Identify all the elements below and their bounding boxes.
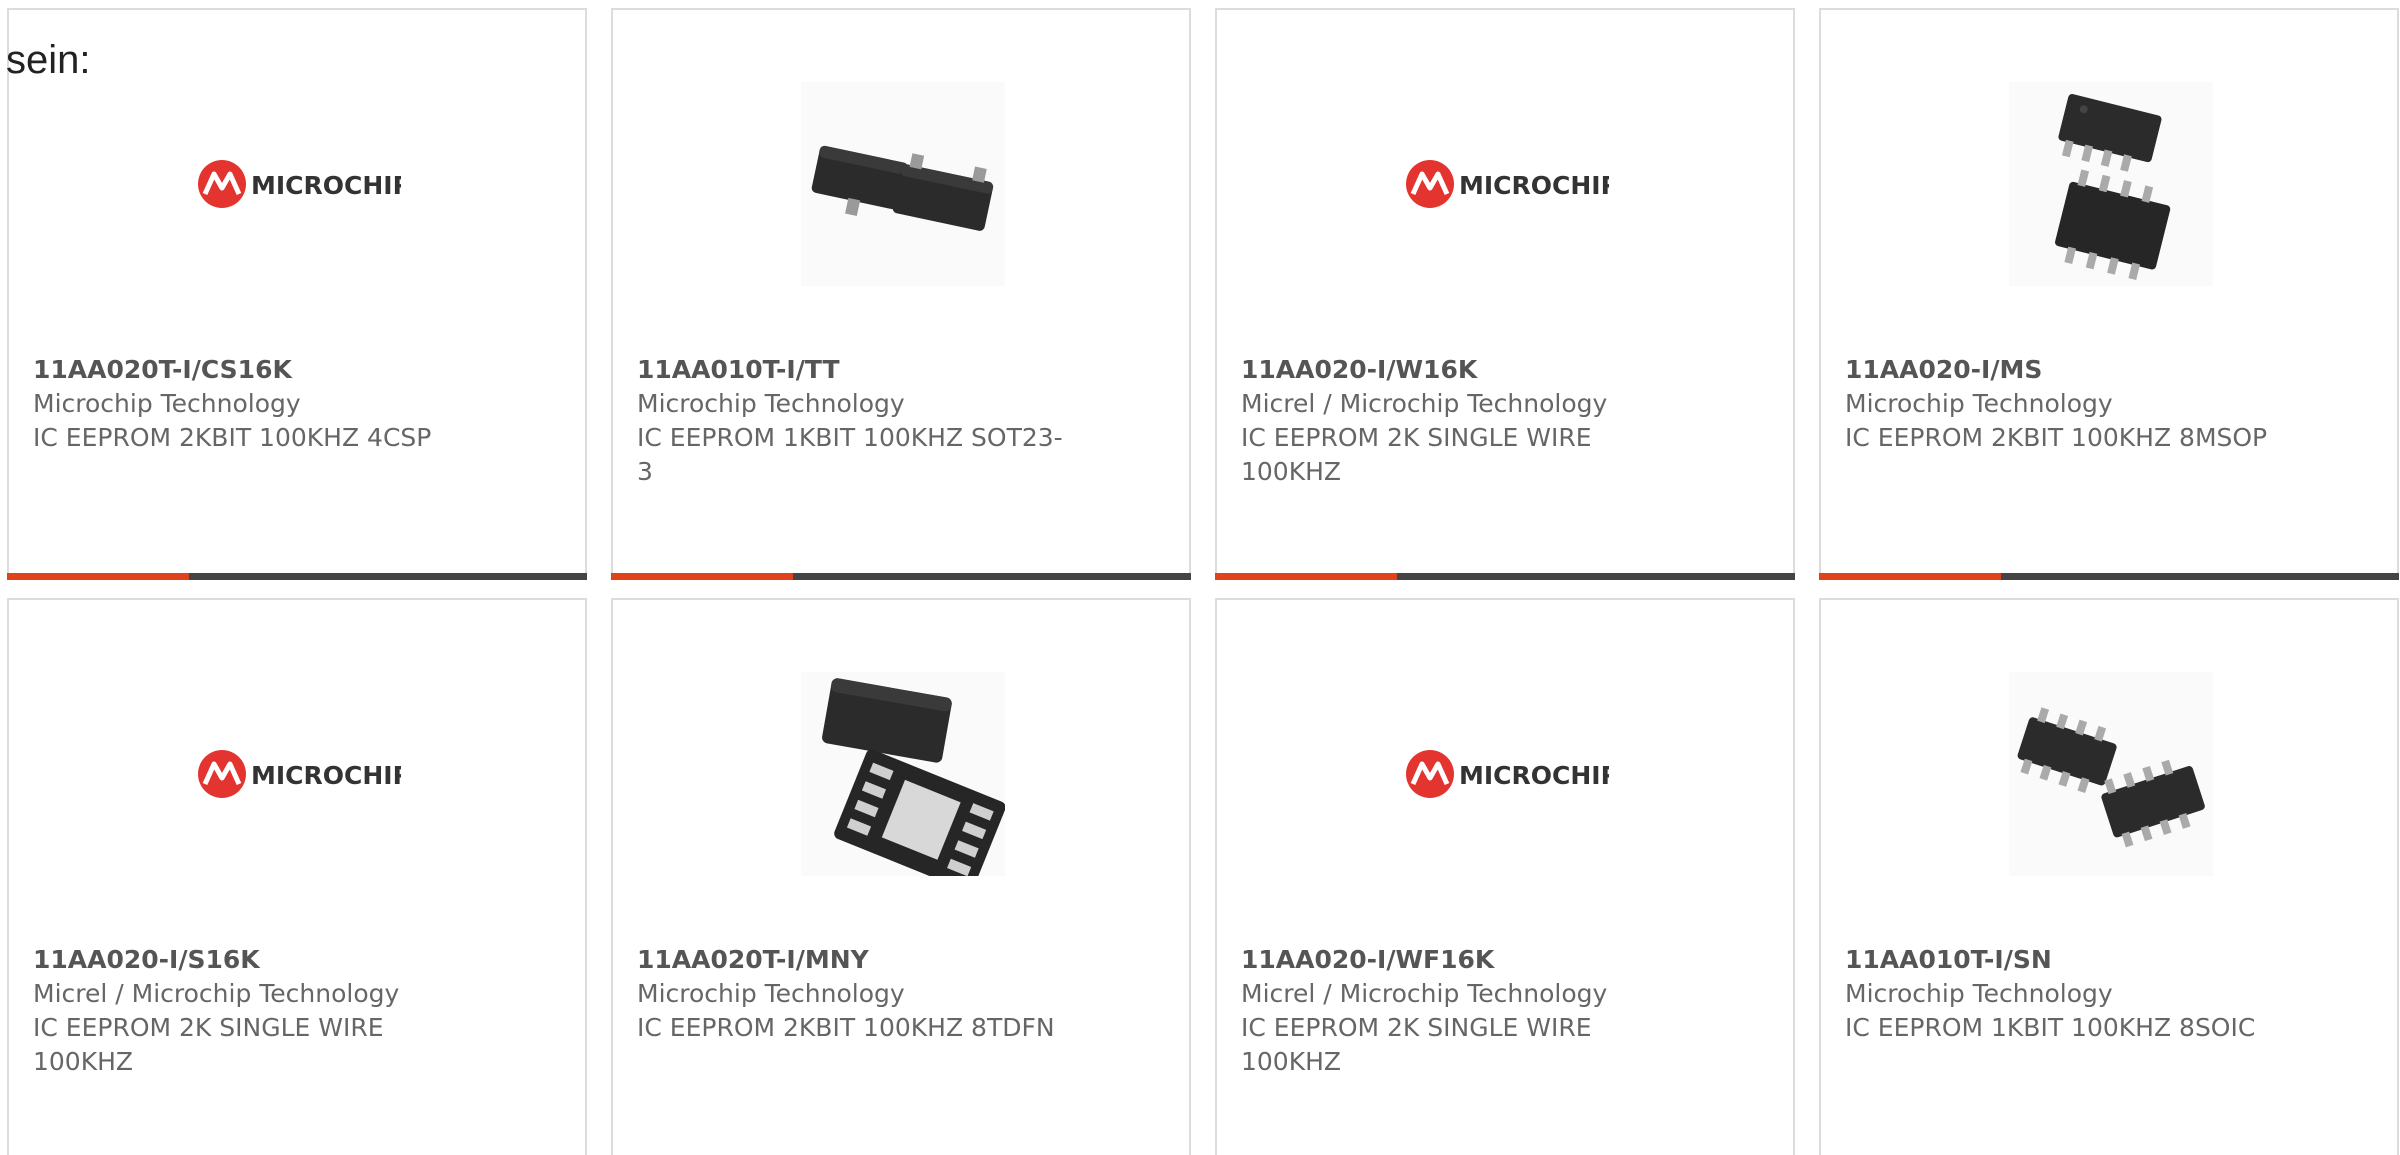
logo-text: MICROCHIP (1459, 761, 1609, 790)
description: IC EEPROM 2KBIT 100KHZ 8TDFN (637, 1013, 1055, 1042)
product-card[interactable]: 11AA020T-I/MNY Microchip Technology IC E… (611, 598, 1191, 1155)
microchip-logo-image: MICROCHIP (1405, 672, 1609, 876)
msop-package-image (2009, 82, 2213, 286)
intro-text: sein: (6, 38, 91, 82)
product-info: 11AA020-I/W16K Micrel / Microchip Techno… (1241, 353, 1761, 489)
description: IC EEPROM 2K SINGLE WIRE 100KHZ (1241, 423, 1592, 486)
description: IC EEPROM 2K SINGLE WIRE 100KHZ (1241, 1013, 1592, 1076)
part-number-link[interactable]: 11AA020-I/WF16K (1241, 943, 1761, 977)
logo-text: MICROCHIP (251, 171, 401, 200)
manufacturer: Microchip Technology (1845, 979, 2113, 1008)
product-card[interactable]: MICROCHIP 11AA020-I/WF16K Micrel / Micro… (1215, 598, 1795, 1155)
part-number-link[interactable]: 11AA010T-I/TT (637, 353, 1157, 387)
card-accent (1215, 573, 1397, 580)
manufacturer: Microchip Technology (1845, 389, 2113, 418)
part-number-link[interactable]: 11AA020-I/S16K (33, 943, 553, 977)
part-number-link[interactable]: 11AA020-I/W16K (1241, 353, 1761, 387)
product-info: 11AA020-I/S16K Micrel / Microchip Techno… (33, 943, 553, 1079)
product-info: 11AA020-I/MS Microchip Technology IC EEP… (1845, 353, 2365, 455)
manufacturer: Microchip Technology (637, 979, 905, 1008)
product-info: 11AA020T-I/MNY Microchip Technology IC E… (637, 943, 1157, 1045)
part-number-link[interactable]: 11AA020T-I/CS16K (33, 353, 553, 387)
manufacturer: Micrel / Microchip Technology (1241, 389, 1608, 418)
product-info: 11AA010T-I/TT Microchip Technology IC EE… (637, 353, 1157, 489)
product-info: 11AA020-I/WF16K Micrel / Microchip Techn… (1241, 943, 1761, 1079)
product-card[interactable]: 11AA010T-I/SN Microchip Technology IC EE… (1819, 598, 2399, 1155)
manufacturer: Micrel / Microchip Technology (33, 979, 400, 1008)
sot23-package-image (801, 82, 1005, 286)
card-bottom-bar (611, 573, 1191, 580)
microchip-logo-image: MICROCHIP (197, 672, 401, 876)
card-bottom-bar (7, 573, 587, 580)
manufacturer: Microchip Technology (33, 389, 301, 418)
product-card[interactable]: MICROCHIP 11AA020-I/S16K Micrel / Microc… (7, 598, 587, 1155)
description: IC EEPROM 1KBIT 100KHZ SOT23-3 (637, 423, 1063, 486)
card-accent (7, 573, 189, 580)
microchip-logo-image: MICROCHIP (197, 82, 401, 286)
product-card[interactable]: 11AA020-I/MS Microchip Technology IC EEP… (1819, 8, 2399, 580)
card-accent (1819, 573, 2001, 580)
tdfn-package-image (801, 672, 1005, 876)
card-bottom-bar (1215, 573, 1795, 580)
description: IC EEPROM 2KBIT 100KHZ 8MSOP (1845, 423, 2268, 452)
card-bottom-bar (1819, 573, 2399, 580)
product-card[interactable]: MICROCHIP 11AA020T-I/CS16K Microchip Tec… (7, 8, 587, 580)
part-number-link[interactable]: 11AA020T-I/MNY (637, 943, 1157, 977)
manufacturer: Microchip Technology (637, 389, 905, 418)
card-accent (611, 573, 793, 580)
product-grid: MICROCHIP 11AA020T-I/CS16K Microchip Tec… (0, 0, 2400, 1155)
description: IC EEPROM 1KBIT 100KHZ 8SOIC (1845, 1013, 2256, 1042)
microchip-logo-image: MICROCHIP (1405, 82, 1609, 286)
logo-text: MICROCHIP (1459, 171, 1609, 200)
soic-package-image (2009, 672, 2213, 876)
product-info: 11AA010T-I/SN Microchip Technology IC EE… (1845, 943, 2365, 1045)
product-info: 11AA020T-I/CS16K Microchip Technology IC… (33, 353, 553, 455)
product-card[interactable]: 11AA010T-I/TT Microchip Technology IC EE… (611, 8, 1191, 580)
product-card[interactable]: MICROCHIP 11AA020-I/W16K Micrel / Microc… (1215, 8, 1795, 580)
description: IC EEPROM 2KBIT 100KHZ 4CSP (33, 423, 432, 452)
part-number-link[interactable]: 11AA010T-I/SN (1845, 943, 2365, 977)
part-number-link[interactable]: 11AA020-I/MS (1845, 353, 2365, 387)
manufacturer: Micrel / Microchip Technology (1241, 979, 1608, 1008)
logo-text: MICROCHIP (251, 761, 401, 790)
description: IC EEPROM 2K SINGLE WIRE 100KHZ (33, 1013, 384, 1076)
